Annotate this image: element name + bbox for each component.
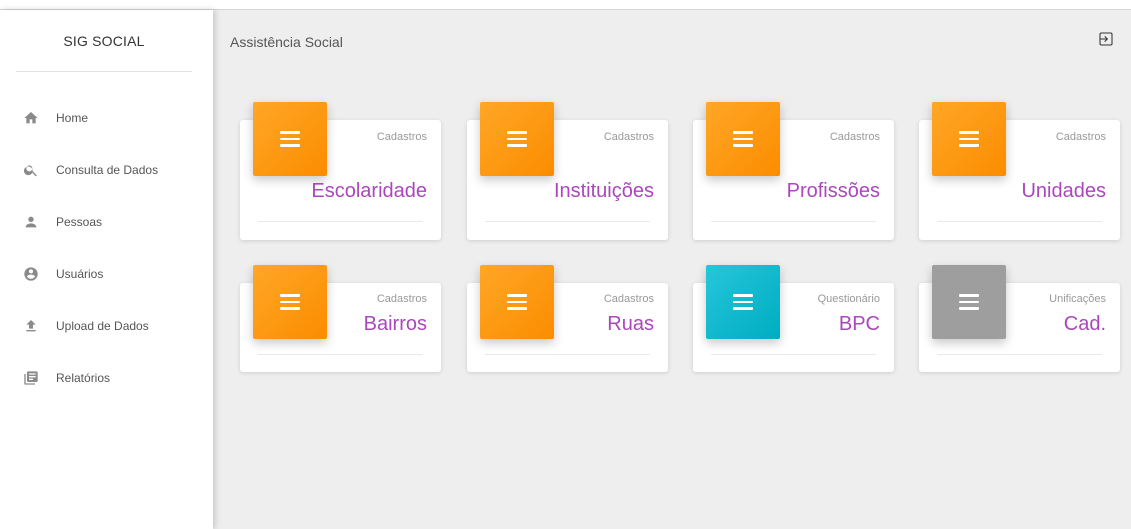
sidebar-item-pessoas[interactable]: Pessoas bbox=[0, 196, 213, 248]
card-category: Cadastros bbox=[829, 131, 880, 143]
sidebar-item-home[interactable]: Home bbox=[0, 92, 213, 144]
sidebar-item-upload[interactable]: Upload de Dados bbox=[0, 300, 213, 352]
sidebar-item-label: Pessoas bbox=[56, 215, 103, 229]
menu-icon bbox=[280, 294, 300, 310]
card-tile bbox=[706, 265, 780, 339]
card-bpc[interactable]: Questionário BPC bbox=[693, 265, 894, 372]
card-name: Instituições bbox=[553, 180, 654, 202]
account-circle-icon bbox=[23, 266, 39, 282]
menu-icon bbox=[959, 131, 979, 147]
card-name: Ruas bbox=[607, 313, 654, 335]
card-escolaridade[interactable]: Cadastros Escolaridade bbox=[240, 102, 441, 240]
card-instituicoes[interactable]: Cadastros Instituições bbox=[467, 102, 668, 240]
card-category: Cadastros bbox=[1055, 131, 1106, 143]
upload-icon bbox=[23, 318, 39, 334]
card-name: Unidades bbox=[1021, 180, 1106, 202]
card-divider bbox=[937, 354, 1102, 355]
person-icon bbox=[23, 214, 39, 230]
card-divider bbox=[937, 221, 1102, 222]
card-divider bbox=[258, 354, 423, 355]
card-divider bbox=[711, 354, 876, 355]
card-name: Cad. bbox=[1063, 313, 1106, 335]
sidebar-item-consulta[interactable]: Consulta de Dados bbox=[0, 144, 213, 196]
menu-icon bbox=[507, 294, 527, 310]
reports-icon bbox=[23, 370, 39, 386]
card-name: BPC bbox=[838, 313, 880, 335]
top-border bbox=[0, 0, 1131, 10]
sidebar-item-label: Usuários bbox=[56, 267, 104, 281]
card-ruas[interactable]: Cadastros Ruas bbox=[467, 265, 668, 372]
sidebar-item-usuarios[interactable]: Usuários bbox=[0, 248, 213, 300]
sidebar-item-label: Relatórios bbox=[56, 371, 111, 385]
logout-icon bbox=[1099, 32, 1113, 46]
card-tile bbox=[253, 265, 327, 339]
sidebar-item-label: Consulta de Dados bbox=[56, 163, 159, 177]
card-divider bbox=[485, 354, 650, 355]
card-category: Cadastros bbox=[376, 131, 427, 143]
card-tile bbox=[480, 265, 554, 339]
logout-button[interactable] bbox=[1098, 31, 1116, 49]
search-icon bbox=[23, 162, 39, 178]
card-bairros[interactable]: Cadastros Bairros bbox=[240, 265, 441, 372]
card-tile bbox=[706, 102, 780, 176]
menu-icon bbox=[280, 131, 300, 147]
card-category: Unificações bbox=[1049, 293, 1106, 305]
card-divider bbox=[258, 221, 423, 222]
card-name: Profissões bbox=[786, 180, 880, 202]
card-divider bbox=[711, 221, 876, 222]
sidebar: SIG SOCIAL Home Consulta de Dados Pessoa… bbox=[0, 10, 213, 529]
sidebar-item-label: Upload de Dados bbox=[56, 319, 149, 333]
card-category: Cadastros bbox=[603, 293, 654, 305]
sidebar-item-relatorios[interactable]: Relatórios bbox=[0, 352, 213, 404]
sidebar-nav: Home Consulta de Dados Pessoas Usuários … bbox=[0, 92, 213, 404]
card-name: Bairros bbox=[363, 313, 427, 335]
sidebar-item-label: Home bbox=[56, 111, 89, 125]
card-category: Cadastros bbox=[376, 293, 427, 305]
home-icon bbox=[23, 110, 39, 126]
card-unificacoes[interactable]: Unificações Cad. bbox=[919, 265, 1120, 372]
card-tile bbox=[480, 102, 554, 176]
card-unidades[interactable]: Cadastros Unidades bbox=[919, 102, 1120, 240]
menu-icon bbox=[959, 294, 979, 310]
card-category: Cadastros bbox=[603, 131, 654, 143]
menu-icon bbox=[507, 131, 527, 147]
card-tile bbox=[253, 102, 327, 176]
card-category: Questionário bbox=[817, 293, 880, 305]
page-title: Assistência Social bbox=[230, 34, 343, 50]
card-tile bbox=[932, 102, 1006, 176]
menu-icon bbox=[733, 131, 753, 147]
menu-icon bbox=[733, 294, 753, 310]
card-divider bbox=[485, 221, 650, 222]
card-name: Escolaridade bbox=[311, 180, 427, 202]
card-profissoes[interactable]: Cadastros Profissões bbox=[693, 102, 894, 240]
brand-title[interactable]: SIG SOCIAL bbox=[16, 10, 192, 72]
card-tile bbox=[932, 265, 1006, 339]
